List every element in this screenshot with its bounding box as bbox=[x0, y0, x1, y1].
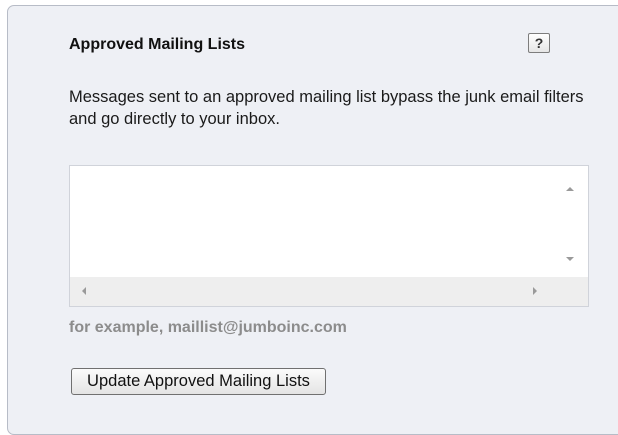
section-description: Messages sent to an approved mailing lis… bbox=[69, 88, 584, 128]
vertical-scrollbar[interactable] bbox=[551, 166, 588, 277]
scroll-left-arrow-icon[interactable] bbox=[82, 287, 86, 295]
update-approved-mailing-lists-button[interactable]: Update Approved Mailing Lists bbox=[71, 368, 326, 395]
scroll-up-arrow-icon[interactable] bbox=[566, 187, 574, 191]
scroll-right-arrow-icon[interactable] bbox=[533, 287, 537, 295]
section-title: Approved Mailing Lists bbox=[69, 36, 246, 53]
horizontal-scrollbar[interactable] bbox=[70, 277, 551, 306]
mailing-list-items[interactable] bbox=[70, 166, 551, 277]
help-button[interactable]: ? bbox=[528, 33, 550, 53]
example-hint: for example, maillist@jumboinc.com bbox=[69, 319, 347, 336]
scroll-down-arrow-icon[interactable] bbox=[566, 257, 574, 261]
approved-mailing-lists-listbox[interactable] bbox=[69, 165, 589, 307]
approved-mailing-lists-panel: Approved Mailing Lists ? Messages sent t… bbox=[7, 5, 618, 435]
scrollbar-corner bbox=[551, 277, 588, 306]
